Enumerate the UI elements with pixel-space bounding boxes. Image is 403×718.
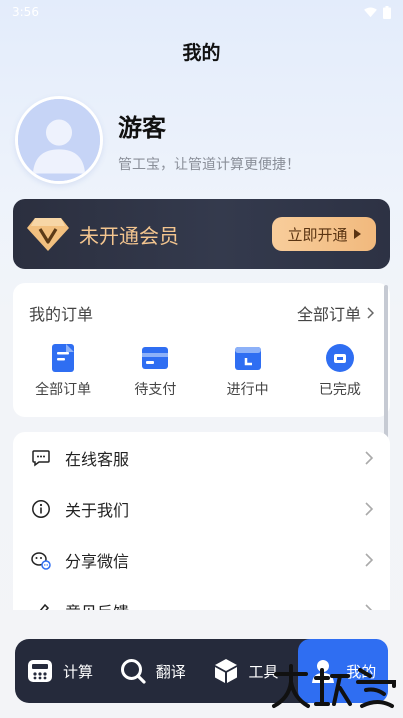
chevron-right-icon	[365, 501, 374, 516]
order-status-unpaid[interactable]: 待支付	[115, 343, 195, 399]
triangle-right-icon	[353, 229, 361, 239]
status-bar: 3:56	[0, 0, 403, 24]
menu-item-share-wechat[interactable]: 分享微信	[13, 534, 390, 585]
wechat-share-icon	[31, 551, 51, 570]
watermark-logo	[270, 664, 398, 710]
menu-item-about-us[interactable]: 关于我们	[13, 483, 390, 534]
tab-label: 计算	[63, 662, 94, 681]
order-status-label: 全部订单	[35, 382, 92, 398]
activate-vip-button[interactable]: 立即开通	[272, 217, 376, 251]
order-status-in-progress[interactable]: 进行中	[208, 343, 288, 399]
chevron-right-icon	[365, 552, 374, 567]
status-time: 3:56	[12, 5, 39, 19]
tab-calculate[interactable]: 计算	[15, 639, 108, 703]
avatar[interactable]	[15, 96, 103, 184]
default-avatar-icon	[18, 99, 100, 181]
order-status-completed[interactable]: 已完成	[300, 343, 380, 399]
chat-icon	[32, 449, 50, 466]
all-orders-label: 全部订单	[296, 305, 361, 324]
menu-item-label: 关于我们	[65, 500, 130, 520]
page-title: 我的	[182, 42, 221, 64]
menu-item-label: 分享微信	[65, 551, 130, 571]
scrollbar[interactable]	[384, 285, 388, 455]
order-status-all[interactable]: 全部订单	[23, 343, 103, 399]
vip-banner[interactable]: 未开通会员 立即开通	[13, 199, 390, 269]
order-status-label: 已完成	[318, 382, 361, 398]
box-icon	[214, 659, 237, 683]
settings-menu: 在线客服 关于我们 分享微信 意见反馈	[13, 432, 390, 610]
diamond-vip-icon	[27, 218, 69, 251]
watermark-icon	[272, 664, 396, 708]
order-status-label: 待支付	[134, 382, 177, 398]
calendar-icon	[234, 347, 261, 370]
user-name[interactable]: 游客	[118, 108, 166, 143]
vip-status-text: 未开通会员	[79, 223, 179, 248]
calculator-icon	[28, 660, 52, 682]
menu-item-feedback[interactable]: 意见反馈	[13, 585, 390, 610]
search-icon	[120, 659, 146, 684]
menu-item-label: 意见反馈	[65, 599, 364, 611]
order-status-label: 进行中	[226, 382, 269, 398]
chevron-right-icon	[367, 307, 374, 319]
wifi-icon	[364, 6, 377, 17]
check-icon	[325, 344, 354, 372]
user-slogan: 管工宝，让管道计算更便捷！	[118, 157, 300, 173]
feedback-icon	[39, 603, 50, 610]
orders-card: 我的订单 全部订单 全部订单 待支付 进行中 已完成	[13, 283, 390, 417]
document-icon	[52, 344, 75, 372]
all-orders-link[interactable]: 全部订单	[297, 301, 374, 325]
tab-translate[interactable]: 翻译	[108, 639, 201, 703]
info-icon	[32, 499, 50, 518]
menu-item-customer-service[interactable]: 在线客服	[13, 432, 390, 483]
chevron-right-icon	[365, 603, 373, 610]
activate-vip-label: 立即开通	[287, 225, 348, 244]
order-status-row: 全部订单 待支付 进行中 已完成	[13, 343, 390, 399]
battery-icon	[383, 5, 391, 19]
menu-item-label: 在线客服	[65, 449, 130, 469]
orders-title: 我的订单	[29, 305, 94, 324]
chevron-right-icon	[365, 450, 374, 465]
tab-label: 翻译	[155, 662, 186, 681]
card-icon	[142, 347, 169, 369]
